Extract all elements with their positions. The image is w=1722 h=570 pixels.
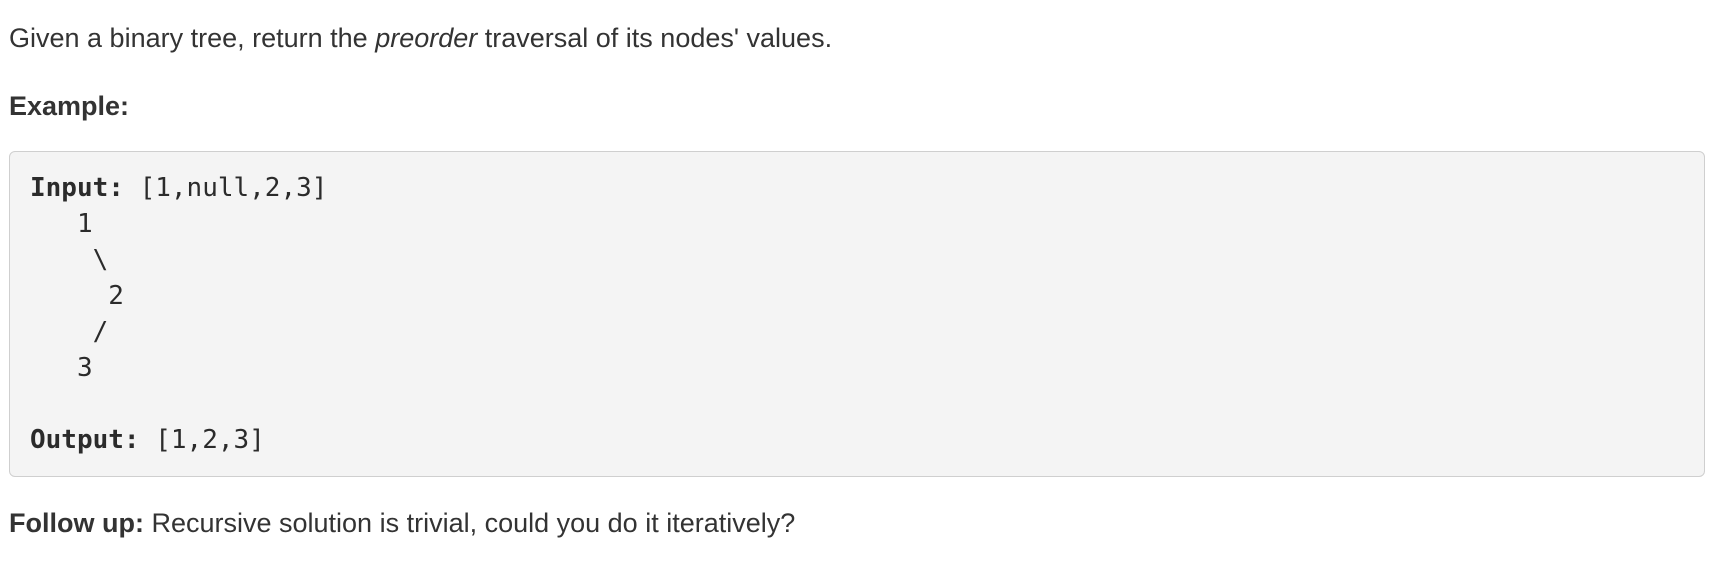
follow-up-note: Follow up: Recursive solution is trivial… [9,503,1709,543]
tree-line: \ [30,245,109,275]
input-line: Input: [1,null,2,3] [30,170,1684,206]
description-suffix: traversal of its nodes' values. [477,23,833,53]
problem-description: Given a binary tree, return the preorder… [9,18,1709,58]
problem-content: Given a binary tree, return the preorder… [9,18,1709,543]
follow-up-text: Recursive solution is trivial, could you… [143,508,796,538]
description-prefix: Given a binary tree, return the [9,23,376,53]
output-line: Output: [1,2,3] [30,422,1684,458]
example-heading: Example: [9,91,130,121]
output-value: [1,2,3] [139,425,265,455]
output-label: Output: [30,425,140,455]
tree-line: 1 [30,209,93,239]
input-value: [1,null,2,3] [123,173,328,203]
example-code-block: Input: [1,null,2,3] 1 \ 2 / 3 Output: [1… [9,151,1705,477]
follow-up-label: Follow up: [9,508,144,538]
description-emphasis: preorder [375,23,478,53]
tree-line: 3 [30,353,93,383]
tree-line: 2 [30,281,124,311]
tree-line: / [30,317,109,347]
input-label: Input: [30,173,124,203]
